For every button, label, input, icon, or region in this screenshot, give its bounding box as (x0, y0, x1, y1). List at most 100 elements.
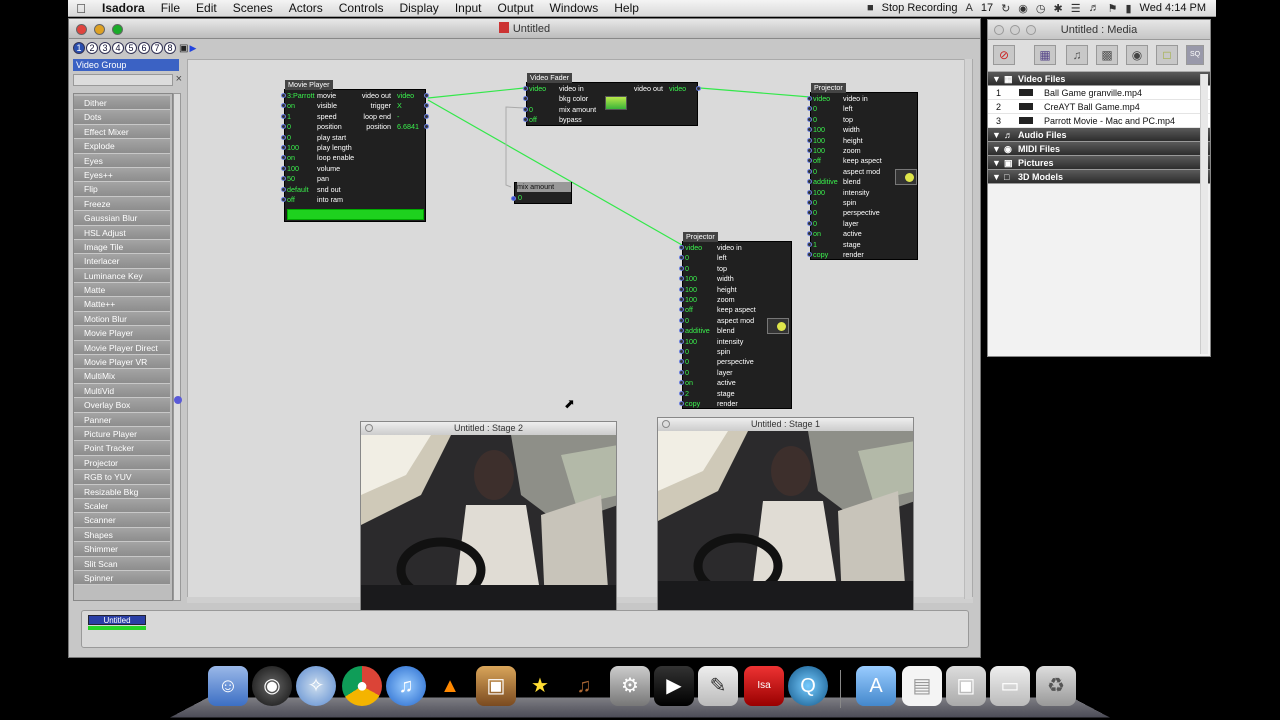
quicktime-icon[interactable]: Q (788, 666, 828, 706)
stage-1-titlebar[interactable]: Untitled : Stage 1 (658, 418, 913, 431)
flag-icon[interactable]: ⚑ (1108, 2, 1118, 15)
input-port-dot[interactable] (281, 197, 286, 202)
input-value[interactable]: on (813, 229, 821, 239)
input-value[interactable]: 100 (287, 143, 299, 153)
applications-folder-icon[interactable]: A (856, 666, 896, 706)
input-port-dot[interactable] (807, 220, 812, 226)
input-port-dot[interactable] (281, 103, 286, 109)
output-port-dot[interactable] (424, 93, 429, 98)
stage-2-titlebar[interactable]: Untitled : Stage 2 (361, 422, 616, 435)
input-port-dot[interactable] (679, 338, 684, 344)
isadora-icon[interactable]: Isa (744, 666, 784, 706)
input-value[interactable]: 0 (685, 368, 689, 378)
actor-list-item[interactable]: Resizable Bkg (74, 484, 170, 499)
actor-list-item[interactable]: Eyes (74, 153, 170, 168)
import-picture-icon[interactable]: ◉ (1126, 45, 1148, 65)
adobe-icon[interactable]: A (965, 2, 972, 14)
actor-list-item[interactable]: Explode (74, 139, 170, 154)
input-value[interactable]: 50 (287, 174, 295, 184)
actor-list-item[interactable]: RGB to YUV (74, 470, 170, 485)
input-value[interactable]: 100 (685, 274, 697, 284)
input-value[interactable]: video (685, 243, 702, 253)
actor-mix-amount[interactable]: mix amount 0 (511, 182, 572, 204)
input-value[interactable]: off (813, 156, 821, 166)
timemachine-icon[interactable]: ◷ (1036, 2, 1046, 15)
media-close-button[interactable] (994, 25, 1004, 35)
actor-list-item[interactable]: Effect Mixer (74, 124, 170, 140)
input-port-dot[interactable] (281, 165, 286, 171)
output-value[interactable]: - (397, 112, 399, 122)
media-titlebar[interactable]: Untitled : Media (988, 20, 1210, 40)
scene-button-2[interactable]: 2 (86, 42, 98, 54)
menu-app[interactable]: Isadora (94, 1, 153, 15)
input-value[interactable]: additive (813, 177, 838, 187)
volume-icon[interactable]: ♬ (1089, 2, 1100, 14)
input-value[interactable]: 0 (813, 198, 817, 208)
eye-icon[interactable]: ◉ (1018, 2, 1028, 15)
scene-button-4[interactable]: 4 (112, 42, 124, 54)
scene-button-3[interactable]: 3 (99, 42, 111, 54)
input-value[interactable]: 0 (685, 357, 689, 367)
input-value[interactable]: off (287, 195, 295, 205)
stop-recording-label[interactable]: Stop Recording (882, 2, 958, 14)
input-value[interactable]: 100 (685, 337, 697, 347)
input-port-dot[interactable] (807, 210, 812, 216)
input-value[interactable]: 0 (813, 219, 817, 229)
section-video-files[interactable]: ▼ ▦ Video Files (988, 72, 1210, 86)
garageband-icon[interactable]: ♫ (564, 666, 604, 706)
safari-icon[interactable]: ✧ (296, 666, 336, 706)
document-stack-icon[interactable]: ▤ (902, 666, 942, 706)
bluetooth-icon[interactable]: ✱ (1054, 2, 1063, 15)
section-midi-files[interactable]: ▼ ◉ MIDI Files (988, 142, 1210, 156)
import-audio-icon[interactable]: ♫ (1066, 45, 1088, 65)
scene-button-6[interactable]: 6 (138, 42, 150, 54)
output-value[interactable]: video (669, 84, 686, 94)
minimize-button[interactable] (94, 24, 105, 35)
projector-stage2-title[interactable]: Projector (683, 232, 718, 242)
scene-button-8[interactable]: 8 (164, 42, 176, 54)
video-fader-title[interactable]: Video Fader (527, 73, 573, 83)
mix-amount-value[interactable]: 0 (518, 193, 522, 203)
actor-list-item[interactable]: Scanner (74, 513, 170, 528)
input-port-dot[interactable] (679, 349, 684, 354)
actor-list-item[interactable]: Matte++ (74, 297, 170, 312)
actor-list-item[interactable]: Movie Player (74, 326, 170, 341)
a17-label[interactable]: 17 (981, 2, 993, 14)
actor-projector-stage2[interactable]: Projector video video in 0 left 0 top 100 width… (679, 232, 792, 409)
media-file-row[interactable]: 1 Ball Game granville.mp4 (988, 86, 1210, 100)
actor-search-input[interactable]: × (73, 73, 182, 86)
input-value[interactable]: 100 (287, 164, 299, 174)
import-midi-icon[interactable]: ▩ (1096, 45, 1118, 65)
input-value[interactable]: copy (685, 399, 700, 409)
actor-list-item[interactable]: Freeze (74, 196, 170, 212)
input-value[interactable]: 1 (813, 240, 817, 250)
input-port-dot[interactable] (807, 96, 812, 101)
actor-list-item[interactable]: HSL Adjust (74, 225, 170, 240)
input-port-dot[interactable] (679, 369, 684, 375)
actor-group-label[interactable]: Video Group (73, 59, 179, 71)
input-port-dot[interactable] (807, 241, 812, 247)
input-port-dot[interactable] (679, 265, 684, 271)
actor-list-item[interactable]: Dots (74, 110, 170, 125)
chrome-icon[interactable]: ● (342, 666, 382, 706)
output-port-dot[interactable] (424, 113, 429, 119)
scroll-thumb[interactable] (174, 396, 182, 404)
actor-projector-stage1[interactable]: Projector video video in 0 left 0 top 100 width… (807, 83, 918, 260)
actor-list-item[interactable]: Shapes (74, 527, 170, 543)
input-value[interactable]: video (813, 94, 830, 104)
actor-list-scrollbar[interactable] (173, 93, 182, 601)
input-port-dot[interactable] (523, 86, 528, 91)
menu-controls[interactable]: Controls (331, 1, 392, 15)
trash-icon[interactable]: ♻ (1036, 666, 1076, 706)
input-value[interactable]: 0 (685, 347, 689, 357)
projector-stage1-title[interactable]: Projector (811, 83, 846, 93)
stage-2-close-button[interactable] (365, 424, 373, 432)
input-port-dot[interactable] (523, 96, 528, 102)
actor-list-item[interactable]: MultiMix (74, 369, 170, 384)
iphoto-icon[interactable]: ▣ (476, 666, 516, 706)
input-value[interactable]: copy (813, 250, 828, 260)
input-port-dot[interactable] (281, 124, 286, 130)
actor-list-item[interactable]: Image Tile (74, 239, 170, 255)
actor-list-item[interactable]: Dither (74, 96, 170, 111)
actor-list-item[interactable]: Movie Player VR (74, 355, 170, 370)
